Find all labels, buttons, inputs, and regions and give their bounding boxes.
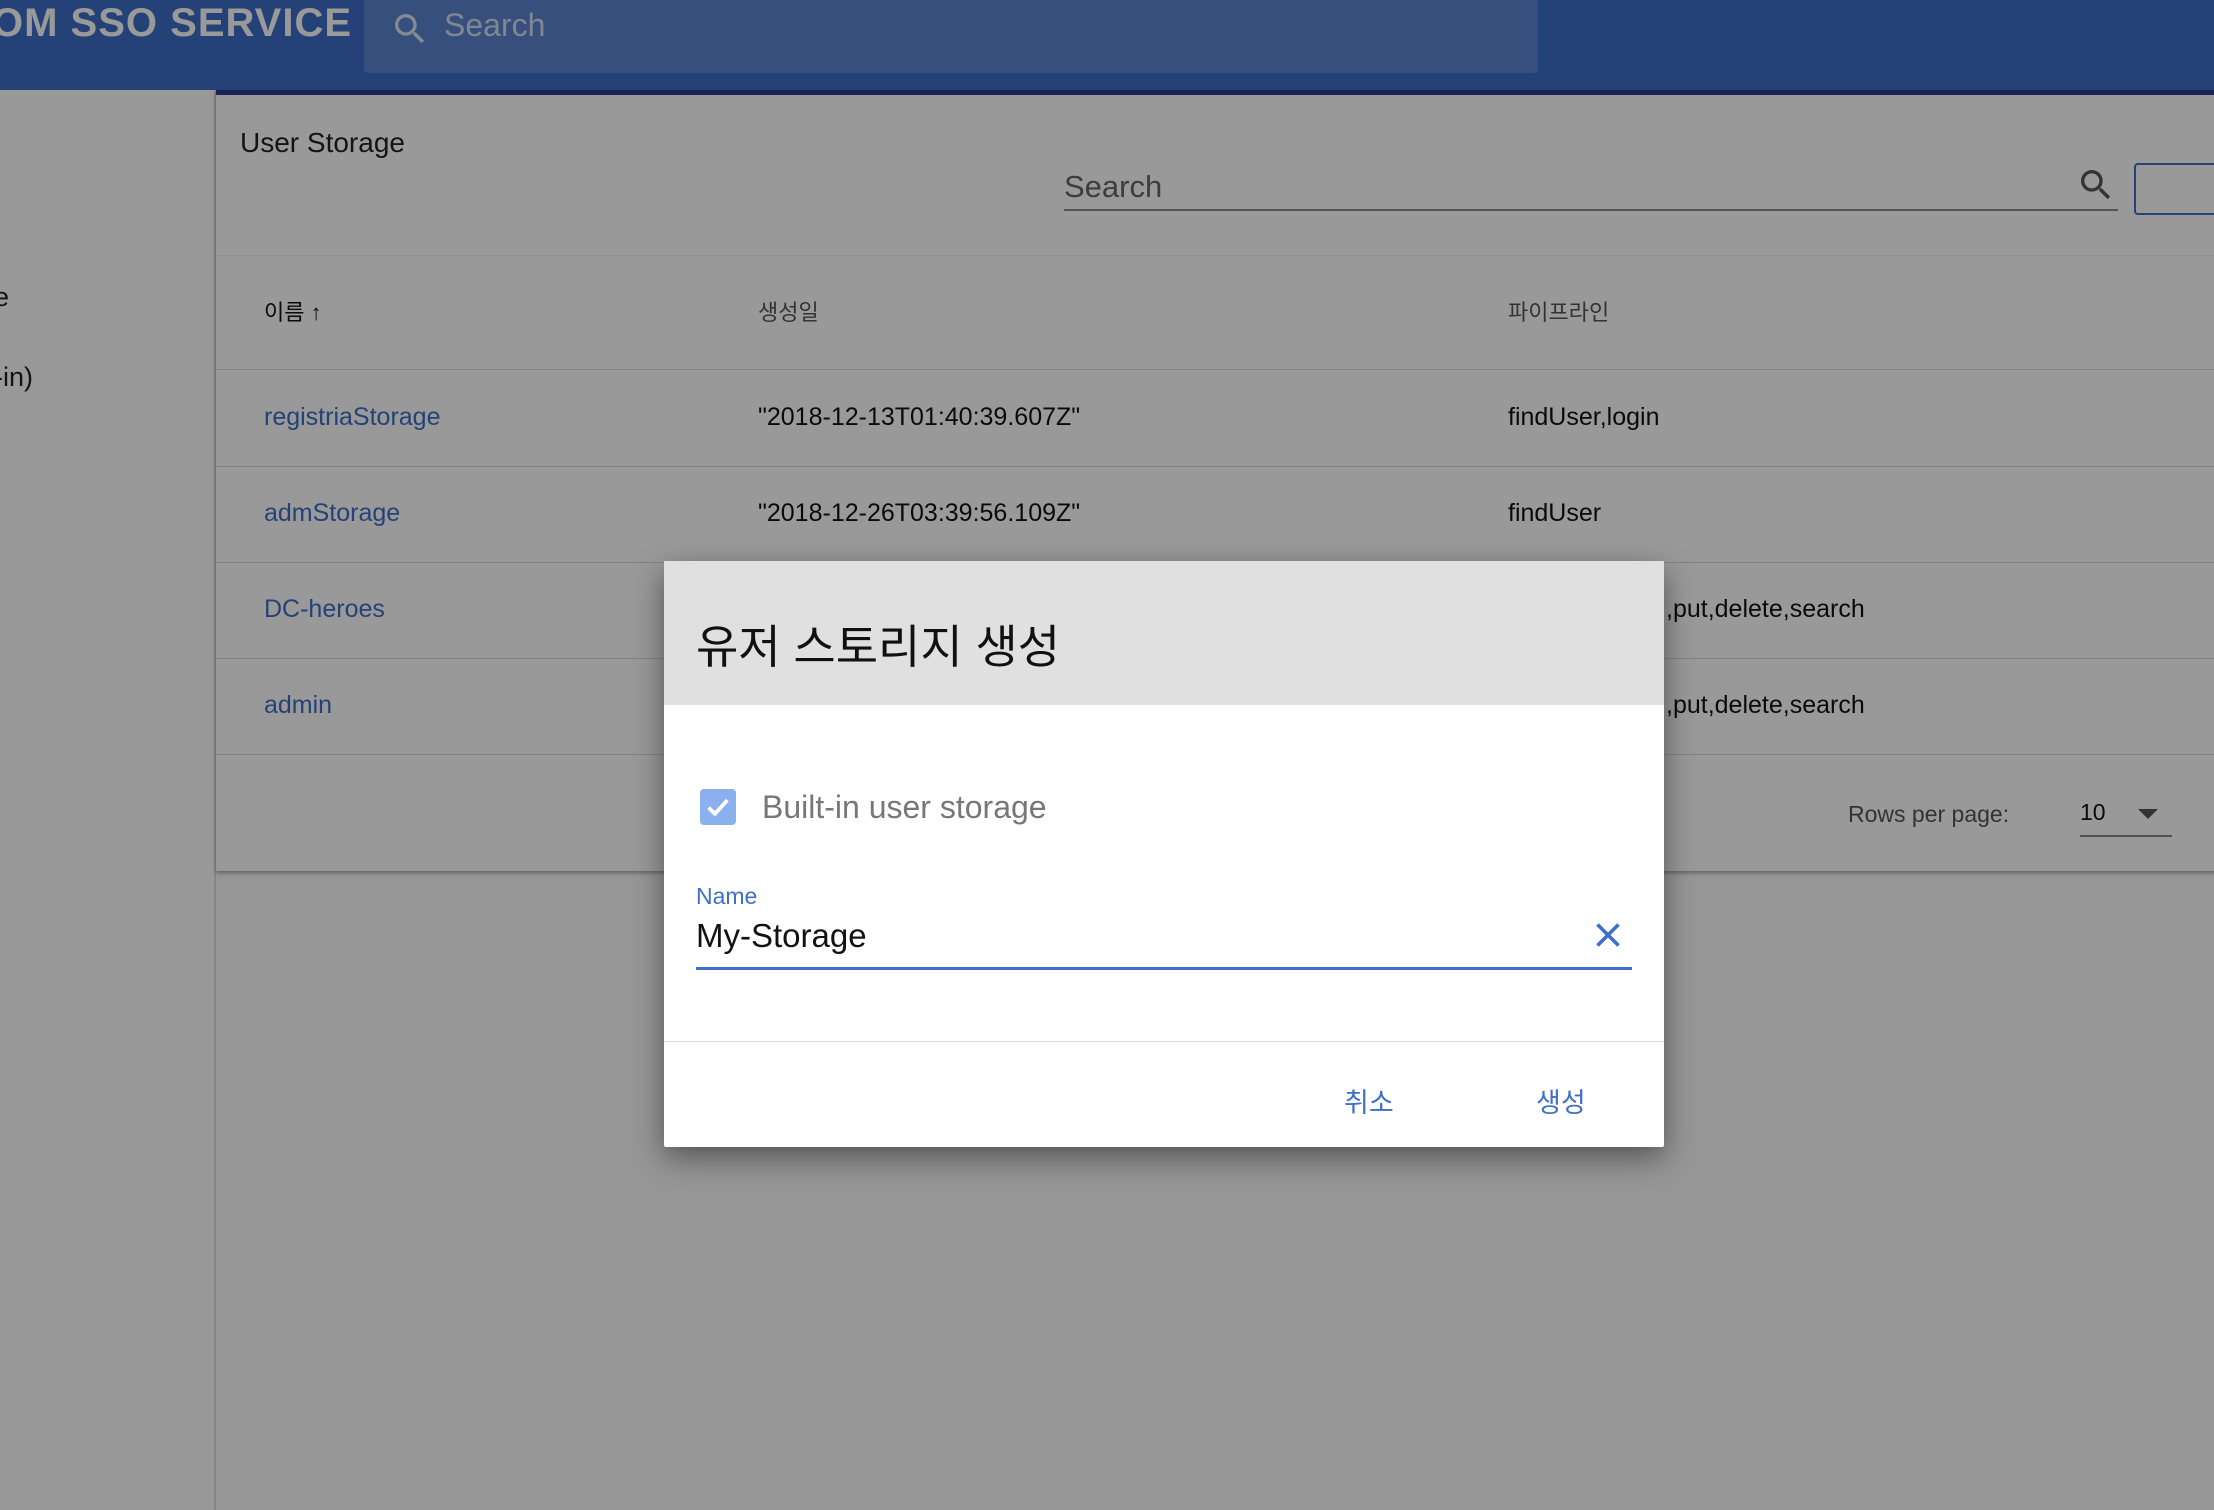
dialog-header: 유저 스토리지 생성 (664, 561, 1664, 705)
divider (664, 1041, 1664, 1042)
builtin-storage-checkbox[interactable] (700, 789, 736, 825)
create-button[interactable]: 생성 (1536, 1081, 1586, 1120)
builtin-storage-label: Built-in user storage (762, 789, 1047, 825)
cancel-button[interactable]: 취소 (1344, 1081, 1394, 1120)
dialog-title: 유저 스토리지 생성 (696, 621, 1061, 673)
check-icon (707, 798, 729, 817)
close-icon[interactable] (1590, 917, 1626, 953)
create-storage-dialog: 유저 스토리지 생성 Built-in user storage Name My… (664, 561, 1664, 1147)
name-field[interactable]: My-Storage (696, 911, 1632, 970)
name-field-value[interactable]: My-Storage (696, 917, 867, 955)
name-field-label: Name (696, 883, 758, 909)
